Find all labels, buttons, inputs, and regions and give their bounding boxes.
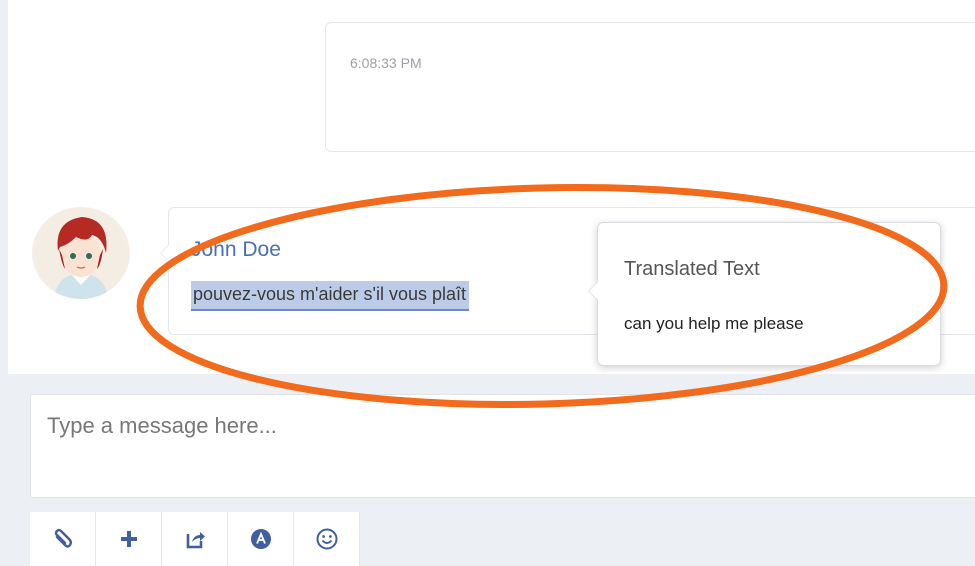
composer (0, 374, 975, 566)
user-avatar-icon (35, 207, 127, 299)
emoji-button[interactable] (294, 512, 360, 566)
plus-icon (120, 531, 137, 547)
font-button[interactable] (228, 512, 294, 566)
composer-toolbar (30, 512, 360, 566)
previous-message-card: 6:08:33 PM (325, 22, 975, 152)
smiley-icon (316, 528, 337, 550)
message-input[interactable] (30, 394, 975, 498)
translation-popup-text: can you help me please (624, 314, 804, 333)
message-timestamp: 6:08:33 PM (350, 55, 422, 71)
avatar[interactable] (32, 207, 130, 299)
font-icon (250, 529, 271, 549)
translation-popup-title: Translated Text (624, 258, 760, 280)
translation-popup: Translated Text can you help me please (588, 222, 941, 366)
share-button[interactable] (162, 512, 228, 566)
message-text-selected[interactable]: pouvez-vous m'aider s'il vous plaît (191, 281, 469, 311)
add-button[interactable] (96, 512, 162, 566)
sender-name[interactable]: John Doe (191, 238, 281, 262)
attach-button[interactable] (30, 512, 96, 566)
share-icon (186, 532, 205, 549)
paperclip-icon (54, 528, 72, 548)
